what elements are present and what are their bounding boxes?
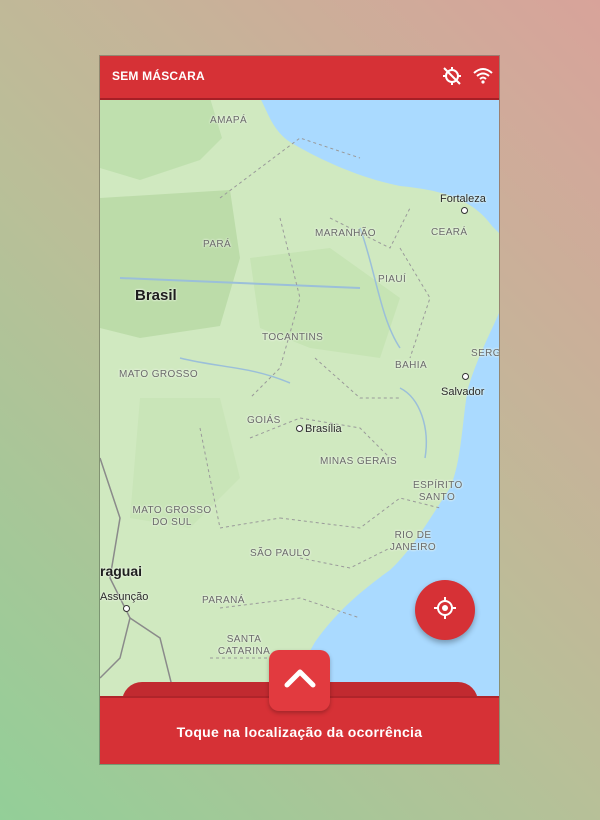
state-label: MATO GROSSO DO SUL	[132, 505, 212, 528]
city-label: Salvador	[441, 386, 485, 398]
city-label: Fortaleza	[440, 193, 486, 205]
state-label: SERG	[471, 348, 499, 359]
state-label: SÃO PAULO	[250, 548, 311, 559]
state-label: GOIÁS	[247, 415, 281, 426]
app-screen: SEM MÁSCARA AMAPÁ PARÁ MARANHÃO CEARÁ PI…	[100, 56, 499, 764]
mask-status-label: SEM MÁSCARA	[112, 69, 205, 83]
state-label: MINAS GERAIS	[320, 456, 398, 467]
country-label: raguai	[100, 563, 143, 579]
crosshair-icon	[433, 596, 457, 625]
state-label: RIO DE JANEIRO	[389, 530, 437, 553]
expand-sheet-button[interactable]	[269, 650, 330, 711]
city-marker	[296, 425, 303, 432]
top-bar: SEM MÁSCARA	[100, 56, 499, 98]
city-label: Assunção	[100, 591, 149, 603]
state-label: PIAUÍ	[378, 274, 407, 285]
state-label: PARÁ	[203, 239, 232, 250]
state-label: MATO GROSSO	[119, 369, 199, 380]
city-marker	[123, 605, 130, 612]
state-label: CEARÁ	[431, 227, 468, 238]
instruction-text: Toque na localização da ocorrência	[176, 724, 423, 740]
city-marker	[461, 207, 468, 214]
city-marker	[462, 373, 469, 380]
country-label: Brasil	[135, 287, 177, 304]
state-label: ESPÍRITO SANTO	[413, 480, 463, 503]
state-label: AMAPÁ	[210, 115, 248, 126]
city-label: Brasília	[305, 423, 342, 435]
state-label: MARANHÃO	[315, 228, 376, 239]
state-label: PARANÁ	[202, 595, 245, 606]
locate-me-button[interactable]	[415, 580, 475, 640]
state-label: TOCANTINS	[262, 332, 324, 343]
wifi-icon	[472, 65, 494, 92]
chevron-up-icon	[283, 667, 317, 694]
location-off-icon[interactable]	[441, 65, 463, 92]
state-label: SANTA CATARINA	[217, 634, 271, 657]
state-label: BAHIA	[395, 360, 428, 371]
